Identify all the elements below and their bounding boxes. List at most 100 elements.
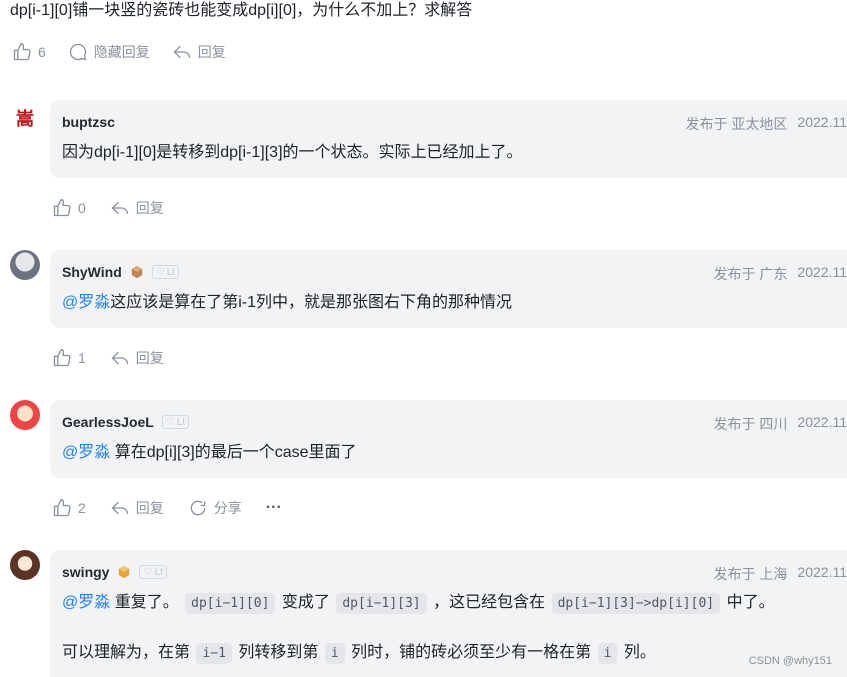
- thumbs-up-icon: [13, 42, 31, 61]
- reply-button[interactable]: 回复: [172, 42, 226, 62]
- level-badge: ♡ Lt: [139, 565, 167, 579]
- reply-button[interactable]: 回复: [110, 198, 164, 218]
- more-icon: ···: [265, 499, 282, 516]
- date: 2022.11: [797, 114, 847, 130]
- comment-content: 因为dp[i-1][0]是转移到dp[i-1][3]的一个状态。实际上已经加上了…: [62, 144, 523, 161]
- reply-label: 回复: [135, 500, 164, 516]
- date: 2022.11: [797, 264, 847, 280]
- like-button[interactable]: 1: [52, 348, 86, 368]
- level-badge: ♡ Lt: [161, 415, 190, 429]
- cube-badge-icon: [119, 565, 130, 579]
- avatar[interactable]: [10, 250, 40, 280]
- comment-header: ShyWind ♡ Lt: [62, 264, 180, 280]
- comment-header: buptzsc: [62, 114, 115, 130]
- like-count: 1: [78, 350, 86, 366]
- level-badge: ♡ Lt: [151, 265, 180, 279]
- comment-bubble: buptzsc 发布于 亚太地区 2022.11 因为dp[i-1][0]是转移…: [50, 100, 847, 178]
- username[interactable]: swingy: [62, 564, 109, 580]
- location: 发布于 上海: [713, 566, 788, 582]
- mention-link[interactable]: @罗淼: [62, 294, 110, 311]
- comment-bubble: GearlessJoeL ♡ Lt 发布于 四川 2022.11 @罗淼 算在dp…: [50, 400, 847, 478]
- text-segment: 可以理解为，在第: [62, 644, 191, 661]
- comment-content-line-2: 可以理解为，在第 i−1 列转移到第 i 列时，铺的砖必须至少有一格在第 i 列…: [62, 642, 656, 665]
- avatar[interactable]: [10, 550, 40, 580]
- reply-button[interactable]: 回复: [110, 498, 164, 518]
- level-badge-icon: ♡: [143, 566, 153, 578]
- inline-code: dp[i−1][3]−>dp[i][0]: [551, 593, 721, 614]
- comment-actions: 1 回复: [52, 348, 164, 368]
- reply-button[interactable]: 回复: [110, 348, 164, 368]
- level-badge-icon: ♡: [165, 416, 175, 428]
- location: 发布于 四川: [713, 416, 788, 432]
- comment-bubble: ShyWind ♡ Lt 发布于 广东 2022.11 @罗淼这应该是算在了第i-…: [50, 250, 847, 328]
- text-segment: 列转移到第: [238, 644, 319, 661]
- cube-badge-icon: [131, 265, 143, 279]
- thumbs-up-icon: [53, 198, 71, 217]
- watermark: CSDN @why151: [748, 655, 832, 667]
- hide-replies-button[interactable]: 隐藏回复: [68, 42, 150, 62]
- comment-meta: 发布于 广东 2022.11: [714, 264, 847, 284]
- username[interactable]: buptzsc: [62, 114, 115, 130]
- mention-link[interactable]: @罗淼: [62, 594, 110, 611]
- date: 2022.11: [797, 564, 847, 580]
- reply-label: 回复: [197, 44, 226, 60]
- date: 2022.11: [797, 414, 847, 430]
- thumbs-up-icon: [53, 498, 71, 517]
- comment-content-line-1: @罗淼 重复了。 dp[i−1][0] 变成了 dp[i−1][3] ，这已经包…: [62, 592, 775, 615]
- like-count: 2: [78, 500, 86, 516]
- comment-icon: [69, 43, 87, 61]
- like-button[interactable]: 6: [12, 42, 46, 62]
- thumbs-up-icon: [53, 348, 71, 367]
- level-text: Lt: [176, 416, 186, 428]
- inline-code: i−1: [196, 643, 232, 664]
- inline-code: dp[i−1][0]: [185, 593, 276, 614]
- share-label: 分享: [213, 500, 242, 516]
- avatar[interactable]: 嵩: [10, 103, 40, 133]
- text-segment: 列。: [623, 644, 656, 661]
- comment-text: 这应该是算在了第i-1列中，就是那张图右下角的那种情况: [110, 294, 513, 311]
- comment-meta: 发布于 上海 2022.11: [714, 564, 847, 584]
- inline-code: i: [324, 643, 345, 664]
- text-segment: 变成了: [281, 594, 330, 611]
- username[interactable]: GearlessJoeL: [62, 414, 154, 430]
- text-segment: ，这已经包含在: [433, 594, 546, 611]
- inline-code: i: [597, 643, 618, 664]
- location: 发布于 广东: [713, 266, 788, 282]
- more-button[interactable]: ···: [266, 499, 282, 517]
- location: 发布于 亚太地区: [685, 116, 788, 132]
- question-text: dp[i-1][0]铺一块竖的瓷砖也能变成dp[i][0]，为什么不加上？求解答: [10, 2, 473, 19]
- username[interactable]: ShyWind: [62, 264, 122, 280]
- text-segment: 中了。: [726, 594, 775, 611]
- share-icon: [190, 500, 206, 516]
- comment-meta: 发布于 亚太地区 2022.11: [686, 114, 847, 134]
- level-text: Lt: [154, 566, 163, 578]
- reply-label: 回复: [135, 350, 164, 366]
- comment-header: GearlessJoeL ♡ Lt: [62, 414, 190, 430]
- level-badge-icon: ♡: [155, 266, 165, 278]
- mention-link[interactable]: @罗淼: [62, 444, 110, 461]
- comment-text: 算在dp[i][3]的最后一个case里面了: [110, 444, 357, 461]
- comment-content: @罗淼这应该是算在了第i-1列中，就是那张图右下角的那种情况: [62, 292, 512, 314]
- comment-header: swingy ♡ Lt: [62, 564, 167, 580]
- comment-content: @罗淼 算在dp[i][3]的最后一个case里面了: [62, 442, 357, 464]
- share-button[interactable]: 分享: [188, 498, 242, 518]
- comment-meta: 发布于 四川 2022.11: [714, 414, 847, 434]
- reply-icon: [173, 45, 190, 59]
- like-count: 0: [78, 200, 86, 216]
- reply-icon: [111, 351, 128, 365]
- like-button[interactable]: 0: [52, 198, 86, 218]
- reply-icon: [111, 501, 128, 515]
- avatar-glyph: 嵩: [16, 109, 34, 129]
- level-text: Lt: [166, 266, 176, 278]
- reply-label: 回复: [135, 200, 164, 216]
- inline-code: dp[i−1][3]: [336, 593, 427, 614]
- question-actions: 6 隐藏回复 回复: [12, 42, 226, 62]
- like-count: 6: [38, 44, 46, 60]
- text-segment: 列时，铺的砖必须至少有一格在第: [351, 644, 592, 661]
- like-button[interactable]: 2: [52, 498, 86, 518]
- avatar[interactable]: [10, 400, 40, 430]
- comment-actions: 2 回复 分享 ···: [52, 498, 282, 518]
- text-segment: 重复了。: [110, 594, 179, 611]
- reply-icon: [111, 201, 128, 215]
- hide-replies-label: 隐藏回复: [93, 44, 150, 60]
